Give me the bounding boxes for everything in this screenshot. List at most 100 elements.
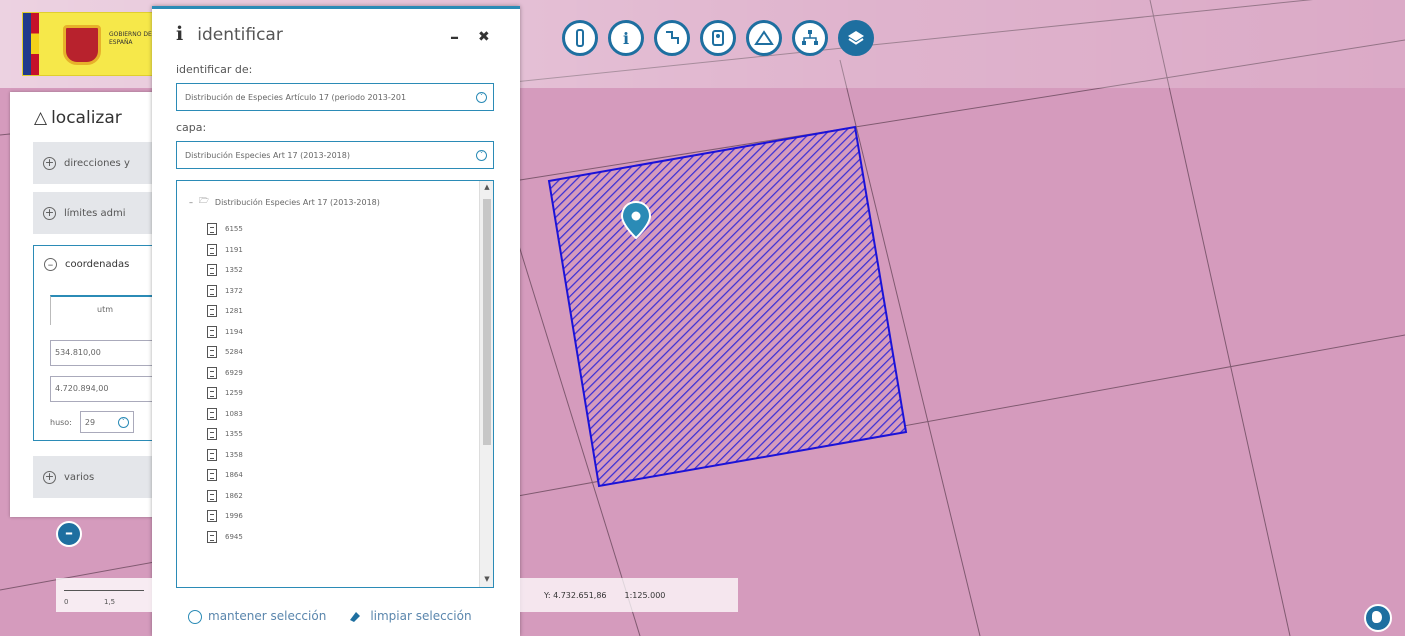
capa-select[interactable]: Distribución Especies Art 17 (2013-2018)… <box>176 141 494 169</box>
section-coordenadas: – coordenadas utm 534.810,00 4.720.894,0… <box>33 245 160 441</box>
document-icon <box>207 346 217 359</box>
tree-item-label: 1372 <box>225 286 243 295</box>
clear-selection-button[interactable]: limpiar selección <box>348 609 472 624</box>
chevron-down-icon: ˅ <box>476 149 487 161</box>
tree-item-label: 6945 <box>225 532 243 541</box>
profile-icon[interactable] <box>746 20 782 56</box>
minimize-button[interactable]: – <box>450 27 459 48</box>
document-icon <box>207 325 217 338</box>
capa-label: capa: <box>176 121 207 134</box>
expand-icon: + <box>43 470 56 484</box>
ruler-icon[interactable] <box>562 20 598 56</box>
tree-item[interactable]: 6155 <box>207 219 243 240</box>
map-toolbar: i <box>562 20 874 56</box>
globe-icon[interactable] <box>1364 604 1392 632</box>
document-icon <box>207 243 217 256</box>
info-icon: i <box>176 23 184 45</box>
tree-item[interactable]: 1358 <box>207 445 243 466</box>
government-logo: GOBIERNO DE ESPAÑA <box>22 12 158 76</box>
tree-item-label: 6155 <box>225 225 243 234</box>
document-icon <box>207 366 217 379</box>
document-icon <box>207 489 217 502</box>
tree-item[interactable]: 1352 <box>207 260 243 281</box>
document-icon <box>207 387 217 400</box>
coordinate-status-bar: Y: 4.732.651,86 1:125.000 <box>520 578 738 612</box>
tree-item[interactable]: 1862 <box>207 486 243 507</box>
tree-items: 6155 1191 1352 1372 1281 1194 5284 6929 1259 1083… <box>207 219 243 547</box>
tree-item[interactable]: 6929 <box>207 363 243 384</box>
selected-grid-cell <box>547 125 908 488</box>
section-varios[interactable]: + varios <box>33 456 160 498</box>
tree-item[interactable]: 1259 <box>207 383 243 404</box>
tree-item-label: 1358 <box>225 450 243 459</box>
scale-label-start: 0 <box>64 598 69 606</box>
tree-root[interactable]: – 🗁 Distribución Especies Art 17 (2013-2… <box>189 195 380 209</box>
tree-item-label: 1352 <box>225 266 243 275</box>
scale-readout: 1:125.000 <box>624 590 666 600</box>
scale-line <box>64 590 144 591</box>
tree-item[interactable]: 5284 <box>207 342 243 363</box>
keep-selection-option[interactable]: mantener selección <box>188 609 326 624</box>
bookmark-icon[interactable] <box>700 20 736 56</box>
tree-item[interactable]: 1083 <box>207 404 243 425</box>
layers-icon[interactable] <box>838 20 874 56</box>
tree-item[interactable]: 1864 <box>207 465 243 486</box>
radio-icon <box>188 609 202 624</box>
document-icon <box>207 264 217 277</box>
collapse-panel-button[interactable]: – <box>56 521 82 547</box>
coordenadas-header[interactable]: – coordenadas <box>44 258 129 271</box>
collapse-icon: – <box>189 197 193 207</box>
x-coordinate-field[interactable]: 534.810,00 <box>50 340 160 366</box>
scrollbar[interactable]: ▲ ▼ <box>479 181 493 587</box>
document-icon <box>207 223 217 236</box>
flag-icon <box>23 13 39 75</box>
document-icon <box>207 510 217 523</box>
measure-icon[interactable] <box>654 20 690 56</box>
close-button[interactable]: ✖ <box>478 29 490 45</box>
section-limites[interactable]: + límites admi <box>33 192 160 234</box>
tree-item[interactable]: 1281 <box>207 301 243 322</box>
scale-bar: 0 1,5 <box>56 578 152 612</box>
tree-item[interactable]: 1191 <box>207 240 243 261</box>
info-icon[interactable]: i <box>608 20 644 56</box>
scale-label-mid: 1,5 <box>104 598 116 606</box>
tree-item-label: 1996 <box>225 512 243 521</box>
scroll-down-icon[interactable]: ▼ <box>482 575 492 585</box>
identificar-de-label: identificar de: <box>176 63 253 76</box>
section-direcciones[interactable]: + direcciones y <box>33 142 160 184</box>
tree-item-label: 1355 <box>225 430 243 439</box>
huso-select[interactable]: 29 ˅ <box>79 411 134 433</box>
document-icon <box>207 305 217 318</box>
document-icon <box>207 530 217 543</box>
expand-icon: + <box>43 156 56 170</box>
tree-item-label: 1864 <box>225 471 243 480</box>
tree-item-label: 1259 <box>225 389 243 398</box>
tree-item[interactable]: 6945 <box>207 527 243 548</box>
tab-utm[interactable]: utm <box>50 295 160 325</box>
coat-of-arms-icon <box>63 25 101 65</box>
network-icon[interactable] <box>792 20 828 56</box>
identificar-de-select[interactable]: Distribución de Especies Artículo 17 (pe… <box>176 83 494 111</box>
tree-item[interactable]: 1372 <box>207 281 243 302</box>
results-tree: – 🗁 Distribución Especies Art 17 (2013-2… <box>176 180 494 588</box>
huso-label: huso: <box>50 417 72 427</box>
identificar-panel: i identificar – ✖ identificar de: Distri… <box>152 6 520 636</box>
collapse-icon: – <box>44 258 57 271</box>
tree-item[interactable]: 1996 <box>207 506 243 527</box>
y-coordinate-field[interactable]: 4.720.894,00 <box>50 376 160 402</box>
tree-item-label: 1194 <box>225 327 243 336</box>
chevron-down-icon: ˅ <box>476 91 487 103</box>
scroll-up-icon[interactable]: ▲ <box>482 183 492 193</box>
folder-icon: 🗁 <box>199 196 209 205</box>
scroll-thumb[interactable] <box>483 199 491 445</box>
document-icon <box>207 469 217 482</box>
tree-item[interactable]: 1355 <box>207 424 243 445</box>
tree-item-label: 1191 <box>225 245 243 254</box>
tree-item[interactable]: 1194 <box>207 322 243 343</box>
eraser-icon <box>350 611 361 622</box>
logo-text: GOBIERNO DE ESPAÑA <box>109 31 152 46</box>
identificar-title: identificar <box>197 25 283 45</box>
y-coordinate-readout: Y: 4.732.651,86 <box>544 590 607 600</box>
document-icon <box>207 407 217 420</box>
document-icon <box>207 428 217 441</box>
